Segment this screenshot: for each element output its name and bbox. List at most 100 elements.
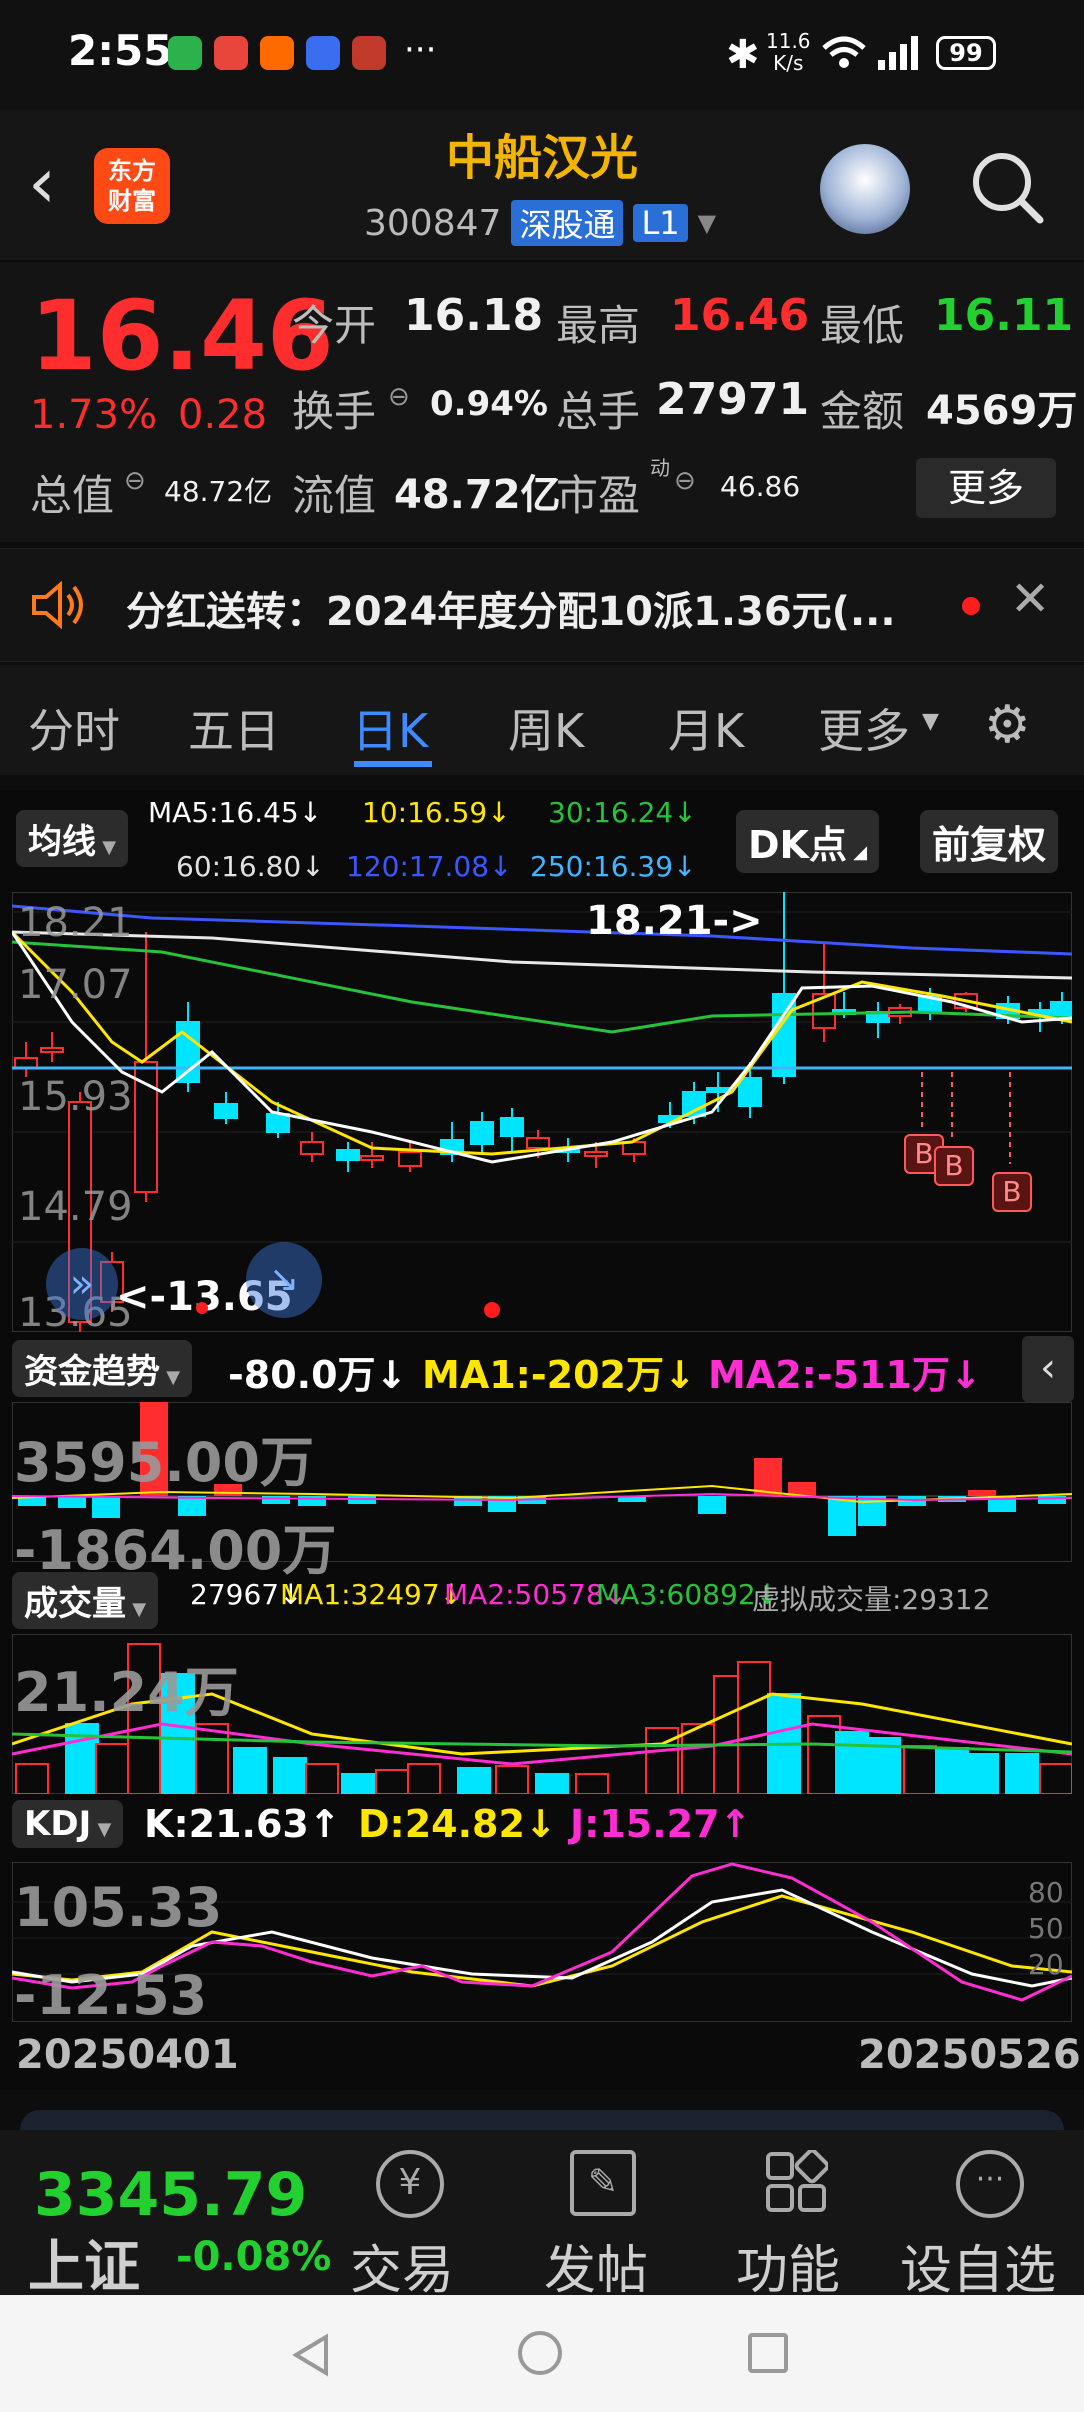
candle-body (470, 1121, 494, 1145)
functions-grid-icon[interactable] (764, 2148, 830, 2218)
system-home-icon[interactable] (518, 2331, 562, 2375)
kdj-j: J:15.27↑ (570, 1802, 752, 1846)
low-value: 16.11 (934, 290, 1074, 341)
nav-trade[interactable]: 交易 (350, 2228, 454, 2303)
securities-app-icon (352, 36, 386, 70)
candle-body (398, 1151, 422, 1167)
more-notifications-icon: ··· (404, 30, 437, 70)
wechat-icon (168, 36, 202, 70)
period-tabs: 分时 五日 日K 周K 月K 更多 ▼ ⚙ (0, 665, 1084, 775)
volume-bar (95, 1743, 129, 1794)
nav-watchlist[interactable]: 设自选 (900, 2228, 1056, 2303)
tab-daily-k[interactable]: 日K (352, 695, 428, 761)
nav-post[interactable]: 发帖 (544, 2228, 648, 2303)
volume-bar (575, 1773, 609, 1794)
dividend-notice[interactable]: 分红送转：2024年度分配10派1.36元(... ✕ (0, 548, 1084, 662)
ma10-value: 10:16.59↓ (362, 796, 511, 829)
ma250-value: 250:16.39↓ (530, 850, 697, 883)
info-icon[interactable]: ⊖ (388, 382, 410, 412)
volume-label: 总手 (556, 387, 641, 436)
system-recents-icon[interactable] (748, 2333, 788, 2373)
signal-icon (876, 32, 924, 76)
start-date: 20250401 (16, 2032, 239, 2078)
kdj-level: 20 (1028, 1948, 1064, 1981)
candle-body (584, 1151, 608, 1157)
event-dot[interactable] (196, 1302, 208, 1314)
nav-functions[interactable]: 功能 (736, 2228, 840, 2303)
collapse-panel-icon[interactable]: ‹ (1022, 1336, 1074, 1402)
y-label: 18.21 (18, 900, 133, 946)
buy-marker[interactable]: B (992, 1172, 1032, 1212)
candle-body (738, 1077, 762, 1107)
tab-timeshare[interactable]: 分时 (28, 695, 120, 761)
more-quote-button[interactable]: 更多 (916, 458, 1056, 518)
kdj-level: 50 (1028, 1912, 1064, 1945)
fund-trend-value: -80.0万↓ (228, 1353, 408, 1397)
robot-avatar[interactable] (820, 144, 910, 234)
collapse-left-icon[interactable]: » (46, 1248, 118, 1320)
volume-bar (535, 1773, 569, 1794)
index-value[interactable]: 3345.79 (34, 2160, 307, 2230)
candle-body (214, 1103, 238, 1119)
mktcap-value: 48.72亿 (164, 475, 273, 508)
candle-body (336, 1149, 360, 1161)
post-edit-icon[interactable]: ✎ (570, 2150, 636, 2216)
kdj-selector[interactable]: KDJ ▼ (12, 1800, 124, 1848)
buy-marker[interactable]: B (934, 1146, 974, 1186)
search-icon[interactable] (970, 150, 1046, 230)
fund-bar (262, 1496, 290, 1504)
volume-bar (195, 1723, 229, 1794)
ma-selector[interactable]: 均线 ▼ (16, 810, 129, 867)
volume-selector[interactable]: 成交量 ▼ (12, 1572, 159, 1629)
app-notification-icon (260, 36, 294, 70)
expand-chart-icon[interactable]: ↘ (246, 1242, 322, 1318)
pe-value: 46.86 (720, 470, 801, 503)
volume-bar (305, 1763, 339, 1794)
level-badge: L1 (633, 204, 688, 242)
tab-more[interactable]: 更多 (818, 695, 910, 761)
volume-bar (457, 1767, 491, 1794)
connect-badge: 深股通 (511, 200, 624, 246)
volume-bar (903, 1745, 937, 1794)
open-value: 16.18 (404, 290, 544, 341)
info-icon[interactable]: ⊖ (674, 466, 696, 496)
open-label: 今开 (292, 301, 377, 350)
settings-gear-icon[interactable]: ⚙ (984, 695, 1031, 755)
trade-icon[interactable]: ¥ (376, 2150, 444, 2218)
y-label: 17.07 (18, 962, 133, 1008)
stock-code-row[interactable]: 300847 深股通 L1 ▼ (364, 200, 716, 246)
more-dots-icon[interactable]: ··· (956, 2150, 1024, 2218)
index-name[interactable]: 上证 (28, 2222, 140, 2303)
volume-bar (1039, 1763, 1072, 1794)
volume-bar (1005, 1753, 1039, 1794)
candlestick-chart[interactable] (12, 892, 1072, 1332)
pe-label: 市盈 (556, 471, 641, 520)
close-icon[interactable]: ✕ (1010, 571, 1050, 627)
wifi-icon (822, 36, 866, 68)
ma60-value: 60:16.80↓ (176, 850, 325, 883)
end-date: 20250526 (858, 2032, 1081, 2078)
quote-panel: 16.46 1.73% 0.28 今开 16.18 最高 16.46 最低 16… (0, 262, 1084, 542)
volume-bar (935, 1747, 969, 1794)
stock-code: 300847 (364, 202, 502, 244)
fund-bar (968, 1490, 996, 1496)
volume-bar (835, 1731, 869, 1794)
speaker-icon (30, 579, 90, 635)
tab-monthly-k[interactable]: 月K (668, 695, 744, 761)
network-speed: 11.6 K/s (766, 29, 811, 75)
volume-bar (681, 1723, 715, 1794)
system-back-icon[interactable] (290, 2333, 334, 2381)
amount-label: 金额 (820, 387, 905, 436)
fund-trend-selector[interactable]: 资金趋势 ▼ (12, 1340, 193, 1397)
candle-body (526, 1137, 550, 1149)
active-tab-indicator (354, 761, 432, 767)
high-label: 最高 (556, 301, 641, 350)
float-value: 48.72亿 (394, 472, 561, 518)
dk-point-button[interactable]: DK点 ◢ (736, 810, 880, 873)
tab-weekly-k[interactable]: 周K (508, 695, 584, 761)
forward-adjust-button[interactable]: 前复权 (920, 810, 1059, 873)
info-icon[interactable]: ⊖ (124, 466, 146, 496)
event-dot[interactable] (484, 1302, 500, 1318)
tab-five-day[interactable]: 五日 (188, 695, 280, 761)
high-marker: 18.21-> (586, 898, 763, 944)
